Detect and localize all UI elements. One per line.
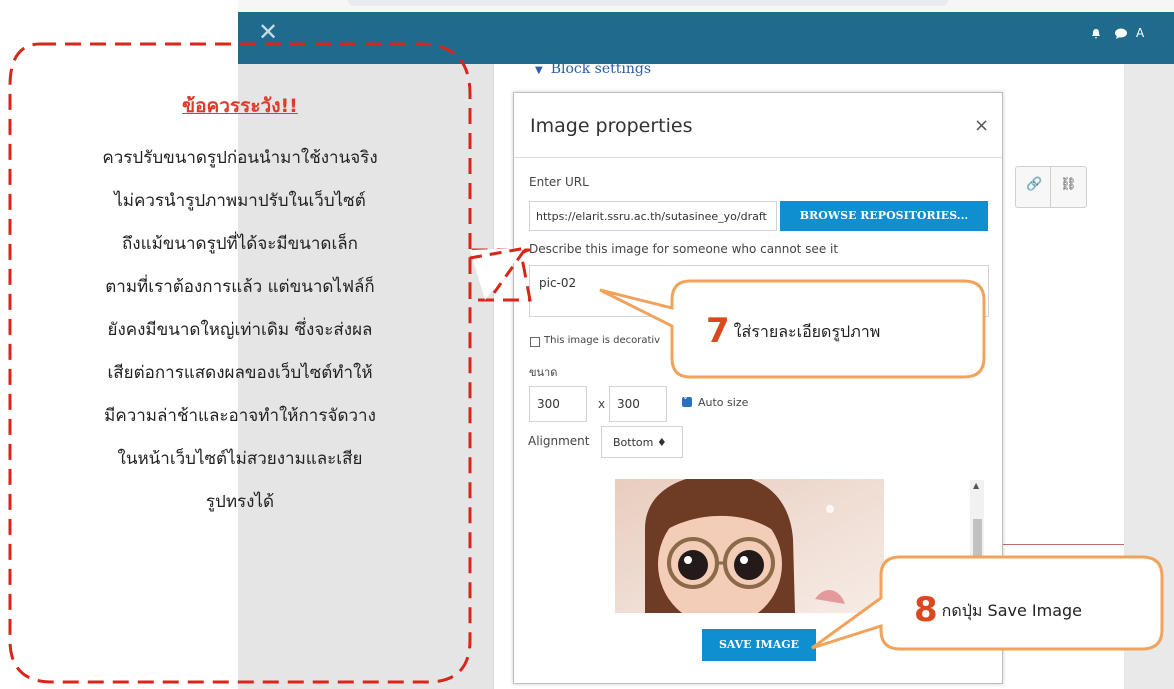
scroll-up-icon[interactable]: ▲ [973,481,979,490]
auto-size-checkbox[interactable] [682,393,692,407]
alt-text-field[interactable]: pic-02 [529,265,989,317]
dialog-header: Image properties × [514,93,1002,158]
note-body: ควรปรับขนาดรูปก่อนนำมาใช้งานจริง ไม่ควรน… [30,137,450,524]
user-menu-label[interactable]: A [1136,26,1144,40]
nav-close-icon[interactable]: ✕ [258,18,278,46]
step-7-number: 7 [706,311,730,351]
alignment-select[interactable]: Bottom ♦ [601,426,683,458]
describe-image-label: Describe this image for someone who cann… [529,242,839,256]
note-line: ตามที่เราต้องการแล้ว แต่ขนาดไฟล์ก็ [105,277,375,297]
decorative-label: This image is decorativ [544,335,661,346]
callout-7: 7 ใส่รายละเอียดรูปภาพ [706,311,880,351]
caret-down-icon: ▼ [535,65,543,76]
editor-toolbar-group: 🔗 ⛓ [1015,166,1087,208]
enter-url-label: Enter URL [529,175,589,189]
size-label: ขนาด [529,366,558,379]
note-line: ถึงแม้ขนาดรูปที่ได้จะมีขนาดเล็ก [122,234,358,254]
browse-repositories-button[interactable]: BROWSE REPOSITORIES... [780,201,988,231]
step-8-text: กดปุ่ม Save Image [941,601,1083,620]
height-input[interactable]: 300 [609,386,667,422]
image-preview [615,479,884,613]
decorative-checkbox[interactable] [530,337,540,347]
note-line: ในหน้าเว็บไซต์ไม่สวยงามและเสีย [117,449,363,469]
preview-illustration [615,479,884,613]
toolbar-divider [1050,167,1051,207]
link-icon[interactable]: 🔗 [1026,177,1042,192]
alignment-label: Alignment [528,434,590,448]
note-line: ควรปรับขนาดรูปก่อนนำมาใช้งานจริง [102,148,378,168]
note-line: ยังคงมีขนาดใหญ่เท่าเดิม ซึ่งจะส่งผล [107,320,373,340]
url-input[interactable]: https://elarit.ssru.ac.th/sutasinee_yo/d… [529,201,777,231]
step-8-number: 8 [914,590,938,630]
top-navbar: ✕ A [238,12,1174,64]
auto-size-label: Auto size [698,396,749,409]
note-title: ข้อควรระวัง!! [182,95,298,117]
note-line: ไม่ควรนำรูปภาพมาปรับในเว็บไซต์ [114,191,366,211]
callout-8: 8 กดปุ่ม Save Image [914,590,1082,630]
bell-icon[interactable] [1090,28,1102,40]
address-bar-edge [348,0,948,6]
close-icon[interactable]: × [974,115,989,136]
dialog-title: Image properties [530,115,693,137]
chat-icon[interactable] [1114,28,1128,40]
block-settings-label: Block settings [550,61,652,77]
right-drawer [1124,64,1174,689]
note-line: เสียต่อการแสดงผลของเว็บไซต์ทำให้ [107,363,373,383]
note-line: รูปทรงได้ [205,492,275,512]
note-line: มีความล่าช้าและอาจทำให้การจัดวาง [104,406,376,426]
block-settings-toggle[interactable]: ▼ Block settings [535,61,651,77]
size-separator: x [598,397,606,411]
save-image-button[interactable]: SAVE IMAGE [702,629,816,661]
step-7-text: ใส่รายละเอียดรูปภาพ [733,322,881,341]
width-input[interactable]: 300 [529,386,587,422]
content-divider [990,544,1124,545]
unlink-icon[interactable]: ⛓ [1060,177,1077,192]
browser-strip [238,0,1174,12]
